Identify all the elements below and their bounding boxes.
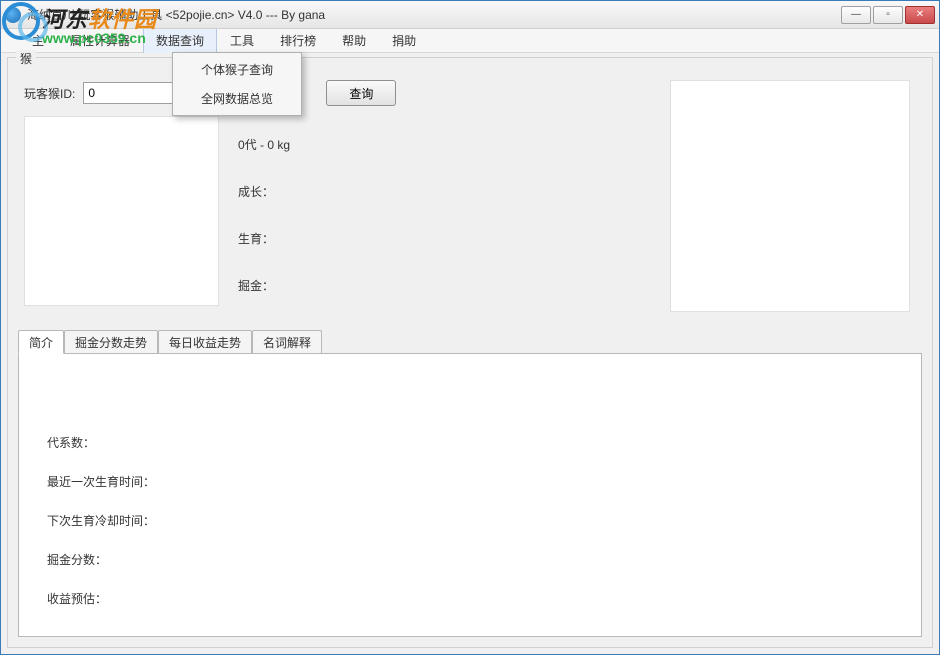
stat-gold: 掘金： [238,277,290,294]
dropdown-individual-query[interactable]: 个体猴子查询 [175,55,299,84]
tab-gold-trend[interactable]: 掘金分数走势 [64,330,158,353]
intro-income-est: 收益预估： [47,590,893,607]
groupbox-label: 猴 [16,50,36,67]
window-title: 海纳百川 玩客猴辅助工具 <52pojie.cn> V4.0 --- By ga… [27,6,841,23]
intro-last-birth: 最近一次生育时间： [47,473,893,490]
stats-block: 0代 - 0 kg 成长： 生育： 掘金： [238,136,290,324]
stat-birth: 生育： [238,230,290,247]
detail-box [670,80,910,312]
app-icon [5,7,21,23]
monkey-groupbox: 猴 玩客猴ID: 查询 0代 - 0 kg 成长： 生育： 掘金： 简介 掘金分… [7,57,933,648]
tab-intro[interactable]: 简介 [18,330,64,354]
tab-content-intro: 代系数： 最近一次生育时间： 下次生育冷却时间： 掘金分数： 收益预估： [18,353,922,637]
tabs-area: 简介 掘金分数走势 每日收益走势 名词解释 代系数： 最近一次生育时间： 下次生… [18,330,922,637]
menu-attr-calc[interactable]: 属性计算器 [57,27,143,54]
intro-gen-count: 代系数： [47,434,893,451]
stat-generation: 0代 - 0 kg [238,136,290,153]
menu-data-query[interactable]: 数据查询 [143,27,217,54]
tab-glossary[interactable]: 名词解释 [252,330,322,353]
window-controls: — ▫ ✕ [841,6,935,24]
intro-gold-score: 掘金分数： [47,551,893,568]
intro-next-cooldown: 下次生育冷却时间： [47,512,893,529]
maximize-button[interactable]: ▫ [873,6,903,24]
client-area: 猴 玩客猴ID: 查询 0代 - 0 kg 成长： 生育： 掘金： 简介 掘金分… [1,53,939,654]
menu-rank[interactable]: 排行榜 [267,27,329,54]
close-button[interactable]: ✕ [905,6,935,24]
data-query-dropdown: 个体猴子查询 全网数据总览 [172,52,302,116]
app-window: 海纳百川 玩客猴辅助工具 <52pojie.cn> V4.0 --- By ga… [0,0,940,655]
menu-help[interactable]: 帮助 [329,27,379,54]
menu-donate[interactable]: 捐助 [379,27,429,54]
minimize-button[interactable]: — [841,6,871,24]
tab-strip: 简介 掘金分数走势 每日收益走势 名词解释 [18,330,922,353]
menubar: 主 属性计算器 数据查询 工具 排行榜 帮助 捐助 [1,29,939,53]
dropdown-network-overview[interactable]: 全网数据总览 [175,84,299,113]
titlebar[interactable]: 海纳百川 玩客猴辅助工具 <52pojie.cn> V4.0 --- By ga… [1,1,939,29]
query-button[interactable]: 查询 [326,80,396,106]
stat-growth: 成长： [238,183,290,200]
tab-income-trend[interactable]: 每日收益走势 [158,330,252,353]
monkey-image-box [24,116,219,306]
id-label: 玩客猴ID: [24,85,75,102]
menu-tools[interactable]: 工具 [217,27,267,54]
